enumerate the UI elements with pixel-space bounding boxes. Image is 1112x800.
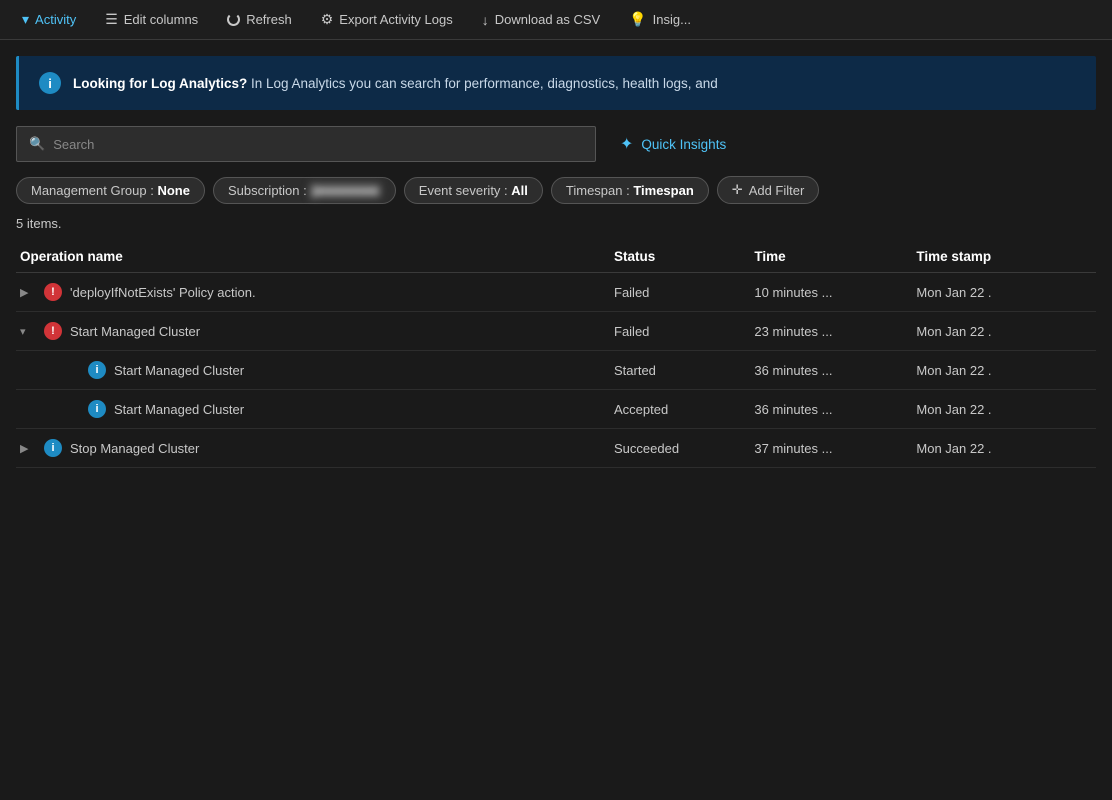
filter-row: Management Group : None Subscription : j… (16, 176, 1096, 204)
row-status-icon: ! (44, 322, 62, 340)
timestamp-cell: Mon Jan 22 . (912, 312, 1096, 351)
time-cell: 23 minutes ... (750, 312, 912, 351)
operation-name-text: Start Managed Cluster (114, 402, 244, 417)
toolbar: ▾ Activity ☰ Edit columns Refresh ⚙ Expo… (0, 0, 1112, 40)
toolbar-item-refresh[interactable]: Refresh (213, 0, 307, 39)
time-cell: 37 minutes ... (750, 429, 912, 468)
chevron-down-icon: ▾ (22, 11, 29, 28)
time-cell: 10 minutes ... (750, 273, 912, 312)
operation-name-text: Stop Managed Cluster (70, 441, 199, 456)
time-cell: 36 minutes ... (750, 351, 912, 390)
operation-cell: ▶ i Start Managed Cluster (20, 400, 598, 418)
col-header-operation: Operation name (16, 241, 610, 273)
table-row[interactable]: ▶ i Stop Managed Cluster Succeeded 37 mi… (16, 429, 1096, 468)
search-input[interactable] (53, 137, 583, 152)
toolbar-item-activity[interactable]: ▾ Activity (8, 0, 91, 39)
quick-insights-button[interactable]: ✦ Quick Insights (612, 130, 734, 158)
log-analytics-banner[interactable]: i Looking for Log Analytics? In Log Anal… (16, 56, 1096, 110)
timestamp-cell: Mon Jan 22 . (912, 351, 1096, 390)
columns-icon: ☰ (105, 11, 118, 28)
filter-timespan[interactable]: Timespan : Timespan (551, 177, 709, 204)
operation-name-text: Start Managed Cluster (70, 324, 200, 339)
status-cell: Accepted (610, 390, 750, 429)
expand-icon[interactable]: ▶ (20, 442, 36, 455)
row-status-icon: i (44, 439, 62, 457)
row-status-icon: i (88, 400, 106, 418)
row-status-icon: i (88, 361, 106, 379)
table-header-row: Operation name Status Time Time stamp (16, 241, 1096, 273)
add-filter-button[interactable]: ✛ Add Filter (717, 176, 820, 204)
status-cell: Succeeded (610, 429, 750, 468)
search-box[interactable]: 🔍 (16, 126, 596, 162)
table-row[interactable]: ▶ i Start Managed Cluster Accepted 36 mi… (16, 390, 1096, 429)
time-cell: 36 minutes ... (750, 390, 912, 429)
timestamp-cell: Mon Jan 22 . (912, 273, 1096, 312)
status-cell: Failed (610, 312, 750, 351)
main-content: 🔍 ✦ Quick Insights Management Group : No… (0, 110, 1112, 484)
filter-subscription[interactable]: Subscription : j●●●●●●●● (213, 177, 396, 204)
quick-insights-icon: ✦ (620, 134, 633, 154)
filter-event-severity[interactable]: Event severity : All (404, 177, 543, 204)
status-cell: Failed (610, 273, 750, 312)
col-header-status: Status (610, 241, 750, 273)
table-row[interactable]: ▶ ! 'deployIfNotExists' Policy action. F… (16, 273, 1096, 312)
operation-cell: ▾ ! Start Managed Cluster (20, 322, 598, 340)
col-header-time: Time (750, 241, 912, 273)
timestamp-cell: Mon Jan 22 . (912, 390, 1096, 429)
filter-management-group[interactable]: Management Group : None (16, 177, 205, 204)
refresh-icon (227, 13, 240, 26)
table-row[interactable]: ▶ i Start Managed Cluster Started 36 min… (16, 351, 1096, 390)
search-icon: 🔍 (29, 136, 45, 152)
add-filter-icon: ✛ (732, 182, 743, 198)
table-row[interactable]: ▾ ! Start Managed Cluster Failed 23 minu… (16, 312, 1096, 351)
info-icon: i (39, 72, 61, 94)
operation-cell: ▶ ! 'deployIfNotExists' Policy action. (20, 283, 598, 301)
operation-name-text: Start Managed Cluster (114, 363, 244, 378)
toolbar-item-edit-columns[interactable]: ☰ Edit columns (91, 0, 213, 39)
operation-cell: ▶ i Start Managed Cluster (20, 361, 598, 379)
expand-icon[interactable]: ▾ (20, 325, 36, 338)
status-cell: Started (610, 351, 750, 390)
download-icon: ↓ (482, 12, 489, 28)
toolbar-item-download[interactable]: ↓ Download as CSV (468, 0, 616, 39)
expand-icon[interactable]: ▶ (20, 286, 36, 299)
activity-table: Operation name Status Time Time stamp ▶ … (16, 241, 1096, 468)
operation-name-text: 'deployIfNotExists' Policy action. (70, 285, 256, 300)
toolbar-item-export[interactable]: ⚙ Export Activity Logs (307, 0, 468, 39)
gear-icon: ⚙ (321, 11, 334, 28)
col-header-timestamp: Time stamp (912, 241, 1096, 273)
items-count: 5 items. (16, 216, 1096, 231)
search-row: 🔍 ✦ Quick Insights (16, 126, 1096, 162)
row-status-icon: ! (44, 283, 62, 301)
toolbar-item-insights[interactable]: 💡 Insig... (615, 0, 706, 39)
operation-cell: ▶ i Stop Managed Cluster (20, 439, 598, 457)
timestamp-cell: Mon Jan 22 . (912, 429, 1096, 468)
lightbulb-icon: 💡 (629, 11, 646, 28)
